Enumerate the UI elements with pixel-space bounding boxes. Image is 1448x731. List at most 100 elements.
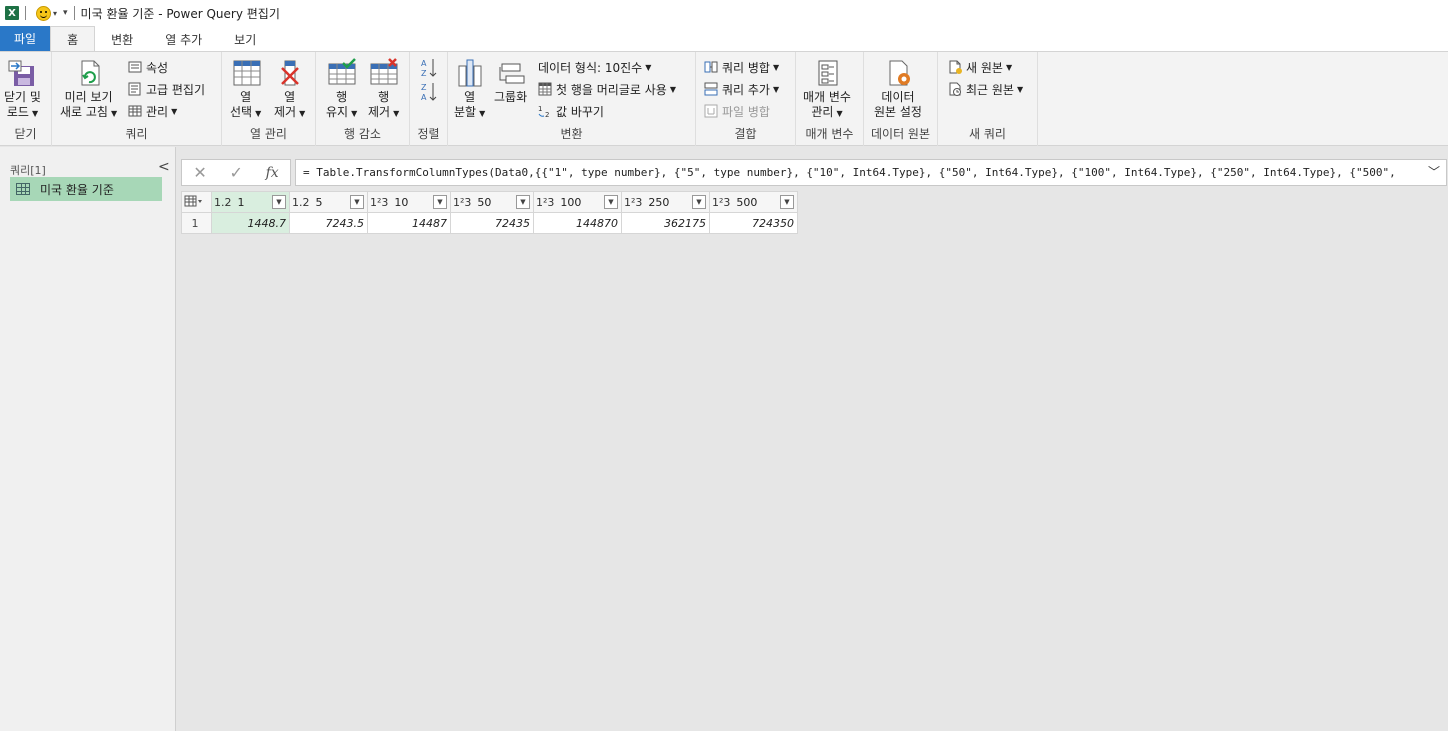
integer-type-icon[interactable]: 1²3 (453, 196, 471, 209)
query-item-label: 미국 환율 기준 (40, 182, 114, 197)
confirm-check-icon[interactable]: ✓ (229, 163, 242, 182)
integer-type-icon[interactable]: 1²3 (624, 196, 642, 209)
merge-queries-button[interactable]: 쿼리 병합 ▼ (704, 58, 779, 76)
cancel-x-icon[interactable]: ✕ (193, 163, 206, 182)
use-first-row-headers-button[interactable]: 첫 행을 머리글로 사용 ▼ (538, 80, 676, 98)
decimal-type-icon[interactable]: 1.2 (214, 196, 232, 209)
expand-formula-chevron-down-icon[interactable]: ﹀ (1428, 163, 1440, 180)
column-header-50[interactable]: 1²3 50 ▼ (450, 191, 534, 213)
table-manage-icon (128, 104, 142, 118)
column-header-1[interactable]: 1.2 1 ▼ (211, 191, 290, 213)
append-queries-label: 쿼리 추가 (722, 82, 770, 97)
combine-files-icon (704, 104, 718, 118)
filter-dropdown-icon[interactable]: ▼ (350, 195, 364, 209)
sort-ascending-button[interactable]: AZ (420, 56, 442, 80)
query-list-item[interactable]: 미국 환율 기준 (10, 177, 162, 201)
chevron-down-icon: ▼ (171, 106, 178, 116)
table-cell[interactable]: 7243.5 (289, 212, 368, 234)
table-menu-corner[interactable] (181, 191, 212, 213)
filter-dropdown-icon[interactable]: ▼ (604, 195, 618, 209)
filter-dropdown-icon[interactable]: ▼ (433, 195, 447, 209)
table-cell[interactable]: 144870 (533, 212, 622, 234)
close-and-load-button[interactable]: 닫기 및 로드 ▼ (4, 58, 41, 121)
column-header-10[interactable]: 1²3 10 ▼ (367, 191, 451, 213)
recent-sources-button[interactable]: 최근 원본 ▼ (948, 80, 1023, 98)
quick-access-customize-icon[interactable]: ▾ (63, 8, 68, 18)
manage-parameters-button[interactable]: 매개 변수 관리 ▼ (803, 58, 851, 121)
chevron-down-icon: ▼ (299, 109, 306, 118)
filter-dropdown-icon[interactable]: ▼ (516, 195, 530, 209)
row-number[interactable]: 1 (181, 212, 212, 234)
properties-button[interactable]: 속성 (128, 58, 168, 76)
new-source-button[interactable]: 새 원본 ▼ (948, 58, 1012, 76)
data-source-label-1: 데이터 (881, 90, 915, 104)
data-source-settings-button[interactable]: 데이터 원본 설정 (874, 58, 922, 120)
queries-header: 쿼리[1] (10, 164, 46, 177)
table-cell[interactable]: 1448.7 (211, 212, 290, 234)
remove-columns-label-1: 열 (284, 90, 296, 104)
group-transform: 열 분할 ▼ 그룹화 데이터 형식: 10진수 ▼ 첫 행을 머리글로 사용 ▼ 12… (448, 52, 696, 146)
tab-file[interactable]: 파일 (0, 26, 51, 51)
manage-button[interactable]: 관리 ▼ (128, 102, 177, 120)
data-type-dropdown[interactable]: 데이터 형식: 10진수 ▼ (538, 58, 651, 76)
table-cell[interactable]: 14487 (367, 212, 451, 234)
column-header-5[interactable]: 1.2 5 ▼ (289, 191, 368, 213)
table-cell[interactable]: 362175 (621, 212, 710, 234)
refresh-preview-button[interactable]: 미리 보기 새로 고침 ▼ (60, 58, 117, 121)
choose-columns-button[interactable]: 열 선택 ▼ (230, 58, 261, 121)
column-name: 1 (237, 195, 245, 209)
filter-dropdown-icon[interactable]: ▼ (692, 195, 706, 209)
refresh-label-1: 미리 보기 (64, 90, 113, 104)
column-name: 5 (315, 195, 323, 209)
filter-dropdown-icon[interactable]: ▼ (780, 195, 794, 209)
chevron-down-icon: ▼ (393, 109, 400, 118)
smiley-dropdown-icon[interactable]: ▾ (53, 9, 57, 18)
smiley-feedback-icon[interactable] (36, 5, 51, 21)
tab-view[interactable]: 보기 (218, 27, 272, 51)
column-header-500[interactable]: 1²3 500 ▼ (709, 191, 798, 213)
filter-dropdown-icon[interactable]: ▼ (272, 195, 286, 209)
table-cell[interactable]: 72435 (450, 212, 534, 234)
advanced-editor-button[interactable]: 고급 편집기 (128, 80, 205, 98)
remove-columns-button[interactable]: 열 제거 ▼ (274, 58, 305, 121)
formula-input[interactable]: = Table.TransformColumnTypes(Data0,{{"1"… (295, 159, 1447, 186)
column-header-250[interactable]: 1²3 250 ▼ (621, 191, 710, 213)
close-load-label-2-text: 로드 (6, 105, 29, 119)
split-column-button[interactable]: 열 분할 ▼ (454, 58, 485, 121)
group-by-label: 그룹화 (494, 90, 528, 104)
table-cell[interactable]: 724350 (709, 212, 798, 234)
column-header-100[interactable]: 1²3 100 ▼ (533, 191, 622, 213)
remove-rows-label-1: 행 (378, 90, 390, 104)
remove-columns-icon (275, 58, 305, 88)
column-name: 500 (736, 195, 758, 209)
keep-rows-button[interactable]: 행 유지 ▼ (326, 58, 357, 121)
tab-home[interactable]: 홈 (50, 26, 96, 51)
remove-rows-button[interactable]: 행 제거 ▼ (368, 58, 399, 121)
tab-add-column[interactable]: 열 추가 (149, 27, 218, 51)
properties-icon (128, 60, 142, 74)
decimal-type-icon[interactable]: 1.2 (292, 196, 310, 209)
group-reduce-rows: 행 유지 ▼ 행 제거 ▼ 행 감소 (316, 52, 410, 146)
sort-descending-button[interactable]: ZA (420, 80, 442, 104)
remove-columns-label-2: 제거 ▼ (274, 105, 305, 121)
refresh-icon (74, 58, 104, 88)
group-parameters: 매개 변수 관리 ▼ 매개 변수 (796, 52, 864, 146)
fx-icon[interactable]: fx (266, 165, 279, 181)
choose-columns-label-2-text: 선택 (230, 105, 253, 119)
split-column-label-2: 분할 ▼ (454, 105, 485, 121)
combine-files-button[interactable]: 파일 병합 (704, 102, 770, 120)
integer-type-icon[interactable]: 1²3 (370, 196, 388, 209)
replace-values-button[interactable]: 12 값 바꾸기 (538, 102, 604, 120)
group-by-button[interactable]: 그룹화 (494, 58, 527, 105)
chevron-down-icon: ▼ (351, 109, 358, 118)
append-queries-button[interactable]: 쿼리 추가 ▼ (704, 80, 779, 98)
queries-pane: 쿼리[1] < 미국 환율 기준 (0, 147, 176, 731)
group-label-reduce-rows: 행 감소 (344, 127, 381, 141)
close-load-label-1: 닫기 및 (4, 90, 41, 104)
collapse-pane-chevron-left-icon[interactable]: < (158, 159, 170, 175)
table-row: 1 1448.7 7243.5 14487 72435 144870 36217… (181, 212, 798, 234)
integer-type-icon[interactable]: 1²3 (536, 196, 554, 209)
data-type-label: 데이터 형식: 10진수 (538, 60, 643, 75)
tab-transform[interactable]: 변환 (95, 27, 149, 51)
integer-type-icon[interactable]: 1²3 (712, 196, 730, 209)
